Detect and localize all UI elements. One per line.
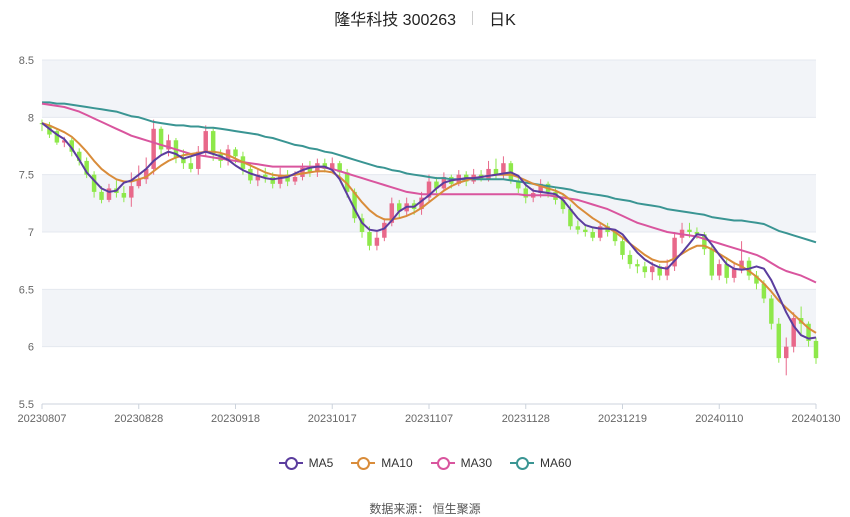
- x-tick-label: 20231219: [598, 413, 647, 425]
- candle: [813, 337, 819, 364]
- y-tick-label: 8: [28, 112, 34, 124]
- candle-body: [121, 193, 127, 198]
- candle-body: [367, 232, 372, 246]
- candle: [151, 119, 156, 175]
- candle-body: [717, 264, 722, 276]
- candle-body: [210, 131, 216, 155]
- candle: [776, 318, 782, 363]
- candle-body: [627, 254, 633, 265]
- legend-swatch-ma60: [510, 456, 535, 470]
- legend-label-ma30: MA30: [460, 456, 493, 470]
- candle: [627, 250, 633, 269]
- y-tick-label: 7.5: [19, 170, 34, 182]
- y-tick-label: 5.5: [19, 399, 34, 411]
- legend-label-ma60: MA60: [540, 456, 572, 470]
- candle: [188, 156, 194, 173]
- candle: [717, 259, 722, 281]
- candle-body: [374, 237, 380, 246]
- candle-body: [233, 149, 238, 157]
- candle-body: [709, 249, 715, 276]
- candle-body: [642, 266, 648, 273]
- candlestick-chart: 5.5 6 6.5 7 7.5 8 8.5 20230807 20230828 20230918…: [18, 55, 841, 425]
- candle-body: [292, 176, 298, 182]
- plot-band: [42, 60, 816, 118]
- candle-body: [687, 229, 692, 232]
- x-tick-label: 20240110: [695, 413, 743, 425]
- candle: [635, 259, 640, 274]
- candle: [374, 232, 380, 251]
- legend-swatch-ma5: [278, 456, 303, 470]
- candle-body: [188, 163, 194, 169]
- candle-body: [590, 232, 595, 238]
- legend-label-ma10: MA10: [381, 456, 413, 470]
- x-tick-label: 20230828: [114, 413, 163, 425]
- x-tick-label: 20230918: [211, 413, 260, 425]
- legend-item-ma10[interactable]: MA10: [351, 456, 413, 470]
- candle: [210, 128, 216, 161]
- plot-band: [42, 289, 816, 347]
- candle-body: [583, 229, 588, 232]
- legend: MA5 MA10 MA30 MA60: [0, 456, 850, 470]
- legend-item-ma30[interactable]: MA30: [430, 456, 493, 470]
- candle-body: [635, 264, 640, 267]
- candle: [791, 312, 796, 353]
- x-tick-label: 20230807: [18, 413, 67, 425]
- candle: [620, 237, 625, 260]
- candle: [196, 146, 201, 175]
- candle-body: [783, 346, 789, 359]
- candle-body: [620, 241, 625, 255]
- candle-body: [731, 268, 737, 278]
- candle-body: [575, 226, 581, 230]
- data-source: 数据来源： 恒生聚源: [369, 502, 481, 516]
- legend-item-ma60[interactable]: MA60: [510, 456, 571, 470]
- candle-body: [99, 191, 104, 200]
- candle: [642, 261, 648, 278]
- candle-body: [813, 340, 819, 359]
- candle-body: [769, 298, 774, 324]
- legend-swatch-ma30: [430, 456, 455, 470]
- y-tick-label: 7: [28, 227, 34, 239]
- candle-body: [382, 222, 387, 238]
- y-tick-label: 6.5: [19, 284, 34, 296]
- x-tick-label: 20231017: [308, 413, 357, 425]
- candle-body: [486, 168, 491, 180]
- candle: [672, 232, 677, 271]
- legend-label-ma5: MA5: [308, 456, 334, 470]
- candle-body: [270, 176, 275, 184]
- legend-swatch-ma10: [351, 456, 376, 470]
- y-tick-label: 8.5: [19, 55, 34, 67]
- candle: [754, 270, 759, 290]
- candle-body: [203, 131, 208, 152]
- legend-item-ma5[interactable]: MA5: [278, 456, 334, 470]
- y-tick-label: 6: [28, 342, 34, 354]
- candle: [158, 126, 164, 155]
- x-tick-label: 20231128: [502, 413, 550, 425]
- candle: [54, 128, 60, 145]
- candle-body: [650, 266, 655, 273]
- y-axis: 5.5 6 6.5 7 7.5 8 8.5: [19, 55, 34, 411]
- candle: [731, 261, 737, 283]
- candle-body: [776, 323, 782, 359]
- x-tick-label: 20240130: [792, 413, 841, 425]
- x-axis: 20230807 20230828 20230918 20231017 20231107…: [18, 403, 841, 425]
- candle-body: [129, 186, 134, 198]
- x-tick-label: 20231107: [405, 413, 453, 425]
